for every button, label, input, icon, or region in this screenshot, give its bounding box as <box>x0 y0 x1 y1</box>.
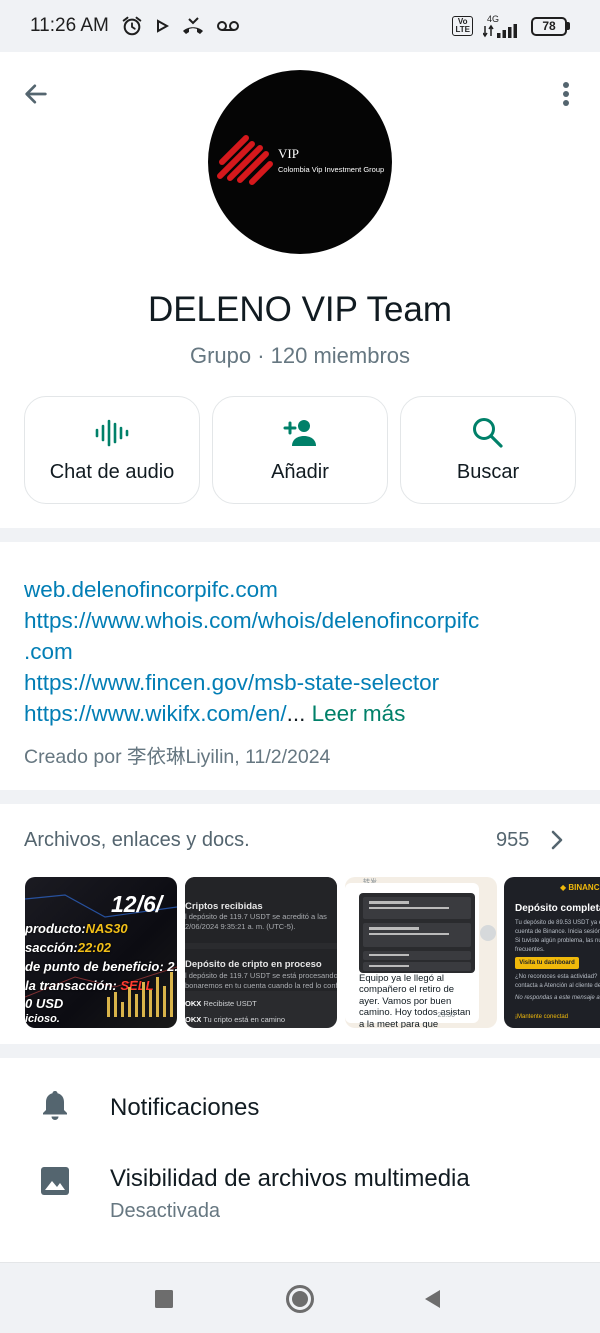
network-type: 4G <box>487 13 500 24</box>
read-more-link[interactable]: Leer más <box>312 701 406 726</box>
notification-title: Depósito de cripto en proceso <box>185 959 322 970</box>
audio-chat-label: Chat de audio <box>49 461 175 483</box>
notification-card: Criptos recibidas l depósito de 119.7 US… <box>185 877 337 943</box>
system-nav-bar <box>0 1262 600 1333</box>
chat-bubble: Equipo ya le llegó al compañero el retir… <box>345 883 479 1028</box>
recents-button[interactable] <box>146 1281 182 1317</box>
more-vert-icon <box>563 82 569 106</box>
notifications-setting[interactable]: Notificaciones <box>0 1066 600 1144</box>
chevron-right-icon[interactable] <box>546 828 568 852</box>
voicemail-icon <box>216 19 239 33</box>
binance-logo: ◆ BINANCE <box>560 883 600 892</box>
chat-message-text: Equipo ya le llegó al compañero el retir… <box>359 973 471 1028</box>
email-text: contacta a Atención al cliente de inmedi <box>515 983 600 989</box>
add-person-icon <box>282 415 318 451</box>
email-text: No respondas a este mensaje automát <box>515 995 600 1001</box>
description-ellipsis: ... <box>286 701 306 726</box>
settings-section: Notificaciones Visibilidad de archivos m… <box>0 1058 600 1262</box>
media-visibility-label: Visibilidad de archivos multimedia <box>110 1165 470 1192</box>
status-right: Vo LTE 4G 78 <box>452 13 570 38</box>
status-bar: 11:26 AM Vo LTE 4G 78 <box>0 0 600 52</box>
group-description: web.delenofincorpifc.com https://www.who… <box>0 542 600 790</box>
email-title: Depósito completado <box>515 903 600 914</box>
description-link[interactable]: https://www.whois.com/whois/delenofincor… <box>24 605 579 636</box>
email-text: frecuentes. <box>515 947 545 953</box>
thumb-line: producto:NAS30 <box>25 921 128 936</box>
notification-card: Depósito de cripto en proceso l depósito… <box>185 949 337 991</box>
group-avatar[interactable]: VIP Colombia Vip Investment Group <box>208 70 392 254</box>
notification-title: Criptos recibidas <box>185 901 263 912</box>
description-last-line: https://www.wikifx.com/en/... Leer más <box>24 698 579 729</box>
status-time: 11:26 AM <box>30 15 109 36</box>
group-meta: Grupo · 120 miembros <box>189 343 411 368</box>
notification-body: 2/06/2024 9:35:21 a. m. (UTC-5). <box>185 922 296 931</box>
group-info-screen: 11:26 AM Vo LTE 4G 78 VIP Colombia Vip I… <box>0 0 600 1333</box>
group-header: VIP Colombia Vip Investment Group DELENO… <box>0 52 600 528</box>
brand-logo-icon <box>217 135 273 185</box>
description-link[interactable]: web.delenofincorpifc.com <box>24 574 579 605</box>
candlestick-decoration <box>107 972 173 1017</box>
embedded-screenshot <box>359 893 475 973</box>
notifications-label: Notificaciones <box>110 1094 260 1121</box>
add-member-button[interactable]: Añadir <box>212 396 388 504</box>
created-by-text: Creado por 李依琳Liyilin, 11/2/2024 <box>24 746 331 768</box>
battery-tip <box>567 22 570 30</box>
back-button[interactable] <box>414 1281 450 1317</box>
group-name: DELENO VIP Team <box>147 290 453 329</box>
media-thumbnail[interactable]: 转发 Equipo ya le llegó al compañero el re… <box>345 877 497 1028</box>
triangle-left-icon <box>425 1290 440 1308</box>
image-icon <box>38 1164 72 1198</box>
square-icon <box>155 1290 173 1308</box>
description-link[interactable]: .com <box>24 636 579 667</box>
audio-chat-button[interactable]: Chat de audio <box>24 396 200 504</box>
thumb-date: 12/6/ <box>111 891 163 917</box>
media-thumbnail[interactable]: ◆ BINANCE Depósito completado Tu depósit… <box>504 877 600 1028</box>
notification-footer: OKX Recibiste USDT <box>185 999 257 1008</box>
description-link[interactable]: https://www.wikifx.com/en/ <box>24 701 287 726</box>
notification-body: l depósito de 119.7 USDT se acreditó a l… <box>185 912 327 921</box>
circle-icon <box>286 1285 314 1313</box>
email-cta-button: Visita tu dashboard <box>515 957 579 969</box>
arrow-left-icon <box>25 84 47 104</box>
media-section-title[interactable]: Archivos, enlaces y docs. <box>24 829 250 852</box>
notification-footer: OKX Tu cripto está en camino <box>185 1015 286 1024</box>
audio-wave-icon <box>94 415 130 451</box>
status-left: 11:26 AM <box>30 15 239 37</box>
chat-time: 23:30 <box>437 1012 455 1019</box>
notification-body: l depósito de 119.7 USDT se está procesa… <box>185 971 337 980</box>
media-visibility-status: Desactivada <box>110 1200 221 1222</box>
media-count[interactable]: 955 <box>496 829 529 852</box>
add-member-label: Añadir <box>271 461 329 483</box>
battery-indicator: 78 <box>531 16 570 36</box>
thumb-line: 0 USD <box>25 996 64 1011</box>
description-links: web.delenofincorpifc.com https://www.who… <box>24 574 579 729</box>
alarm-icon <box>121 15 143 37</box>
more-options-button[interactable] <box>548 76 584 112</box>
back-arrow-button[interactable] <box>18 76 54 112</box>
media-thumbnail[interactable]: 12/6/ producto:NAS30 sacción:22:02 de pu… <box>25 877 177 1028</box>
signal-indicator: 4G <box>483 13 521 38</box>
search-icon <box>471 415 505 451</box>
missed-call-icon <box>181 16 205 36</box>
play-icon <box>155 19 169 33</box>
search-label: Buscar <box>456 461 520 483</box>
avatar-brand-subtitle: Colombia Vip Investment Group <box>278 165 385 174</box>
thumb-line: icioso. <box>25 1013 60 1025</box>
forward-icon <box>480 925 496 941</box>
bell-icon <box>38 1088 72 1122</box>
email-text: ¡Mantente conectad <box>515 1014 569 1020</box>
media-thumbnail[interactable]: Criptos recibidas l depósito de 119.7 US… <box>185 877 337 1028</box>
search-button[interactable]: Buscar <box>400 396 576 504</box>
volte-badge: Vo LTE <box>452 16 473 36</box>
thumb-line: sacción:22:02 <box>25 940 111 955</box>
notification-body: bonaremos en tu cuenta cuando la red lo … <box>185 981 337 990</box>
media-visibility-setting[interactable]: Visibilidad de archivos multimedia Desac… <box>0 1150 600 1242</box>
home-button[interactable] <box>282 1281 318 1317</box>
media-links-docs-section: Archivos, enlaces y docs. 955 12/6/ prod… <box>0 804 600 1044</box>
avatar-brand-text: VIP <box>278 146 299 161</box>
description-link[interactable]: https://www.fincen.gov/msb-state-selecto… <box>24 667 579 698</box>
battery-level: 78 <box>531 16 567 36</box>
signal-icon <box>483 23 517 38</box>
